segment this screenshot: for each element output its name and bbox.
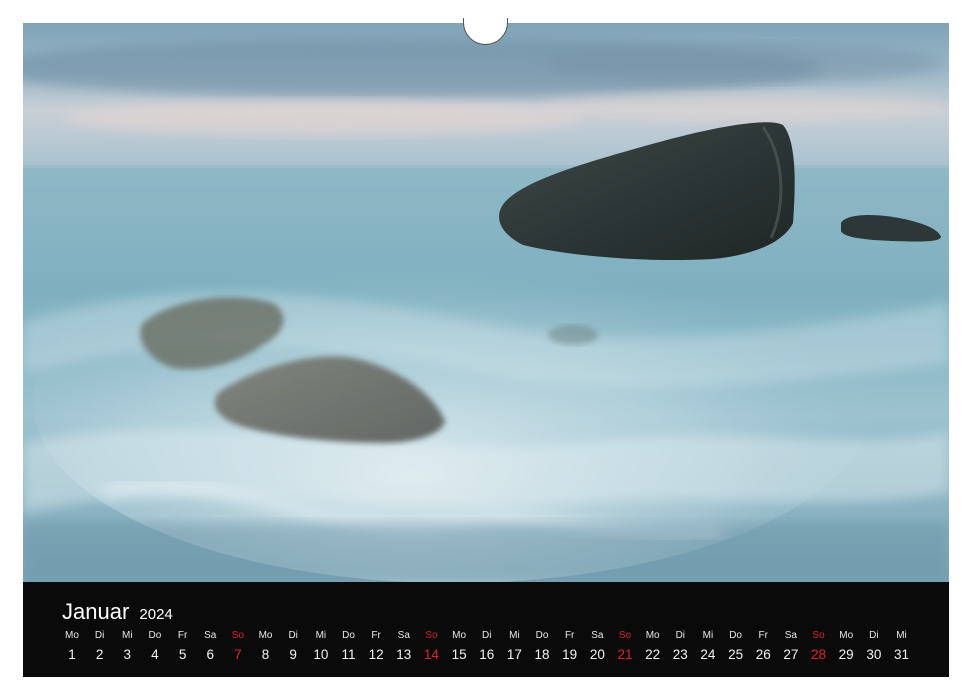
day-number: 4 bbox=[151, 647, 159, 662]
weekday-label: Sa bbox=[784, 630, 797, 641]
day-number: 15 bbox=[451, 647, 467, 662]
weekday-label: Fr bbox=[758, 630, 768, 641]
weekday-label: Di bbox=[482, 630, 492, 641]
weekday-label: Do bbox=[148, 630, 162, 641]
day-number: 10 bbox=[313, 647, 329, 662]
month-name: Januar bbox=[62, 599, 130, 624]
weekday-label: Mo bbox=[258, 630, 273, 641]
weekday-label: Mi bbox=[896, 630, 907, 641]
day-number: 29 bbox=[838, 647, 854, 662]
year-label: 2024 bbox=[139, 606, 173, 623]
weekday-label: Di bbox=[675, 630, 686, 641]
day-number: 14 bbox=[423, 647, 439, 662]
weekday-label: Mi bbox=[315, 630, 327, 641]
month-title: Januar 2024 bbox=[62, 599, 173, 625]
weekday-label: Sa bbox=[591, 630, 604, 641]
day-number: 31 bbox=[893, 647, 910, 662]
day-number: 9 bbox=[289, 647, 297, 662]
calendar-strip: Januar 2024 Mo 1 Di 2 Mi 3 Do 4 Fr 5 Sa 6 So 7 Mo 8 Di 9 M… bbox=[23, 582, 949, 677]
weekday-label: Mi bbox=[702, 630, 714, 641]
weekday-label: Do bbox=[729, 630, 742, 641]
day-number: 16 bbox=[479, 647, 495, 662]
weekday-label: Mi bbox=[509, 630, 520, 641]
weekday-label: Di bbox=[869, 630, 879, 641]
day-number: 17 bbox=[506, 647, 522, 662]
day-number: 6 bbox=[206, 647, 214, 662]
seascape-photo bbox=[23, 23, 949, 582]
day-number: 22 bbox=[645, 647, 661, 662]
day-number: 21 bbox=[617, 647, 633, 662]
weekday-label: Do bbox=[535, 630, 549, 641]
weekday-label: Di bbox=[288, 630, 298, 641]
weekday-label: Mo bbox=[645, 630, 660, 641]
weekday-label: So bbox=[618, 630, 632, 641]
day-number: 20 bbox=[589, 647, 605, 662]
day-number: 2 bbox=[95, 647, 104, 662]
day-number: 24 bbox=[700, 647, 716, 662]
weekday-label: Do bbox=[342, 630, 355, 641]
day-number: 3 bbox=[123, 647, 132, 662]
day-number: 11 bbox=[341, 647, 356, 662]
day-number: 18 bbox=[534, 647, 550, 662]
weekday-label: So bbox=[425, 630, 438, 641]
day-number: 30 bbox=[866, 647, 882, 662]
day-number: 23 bbox=[672, 647, 688, 662]
day-number: 26 bbox=[755, 647, 771, 662]
weekday-label: Sa bbox=[397, 630, 410, 641]
day-number: 5 bbox=[178, 647, 187, 662]
weekday-label: Fr bbox=[564, 630, 575, 641]
day-number: 8 bbox=[261, 647, 270, 662]
day-number: 12 bbox=[368, 647, 384, 662]
calendar-page: Januar 2024 Mo 1 Di 2 Mi 3 Do 4 Fr 5 Sa 6 So 7 Mo 8 Di 9 M… bbox=[0, 0, 971, 700]
weekday-label: So bbox=[231, 630, 244, 641]
weekday-label: Sa bbox=[204, 630, 217, 641]
day-number: 13 bbox=[396, 647, 412, 662]
day-number: 19 bbox=[562, 647, 578, 662]
day-number: 27 bbox=[783, 647, 799, 662]
weekday-label: Fr bbox=[177, 630, 188, 641]
weekday-label: Mo bbox=[65, 630, 79, 641]
day-number: 25 bbox=[728, 647, 744, 662]
weekday-label: So bbox=[812, 630, 825, 641]
day-number: 7 bbox=[234, 647, 242, 662]
weekday-label: Di bbox=[94, 630, 105, 641]
weekday-label: Mo bbox=[839, 630, 854, 641]
weekday-label: Fr bbox=[371, 630, 381, 641]
day-number: 28 bbox=[811, 647, 827, 662]
weekday-label: Mi bbox=[122, 630, 133, 641]
day-number: 1 bbox=[68, 647, 76, 662]
weekday-label: Mo bbox=[452, 630, 467, 641]
